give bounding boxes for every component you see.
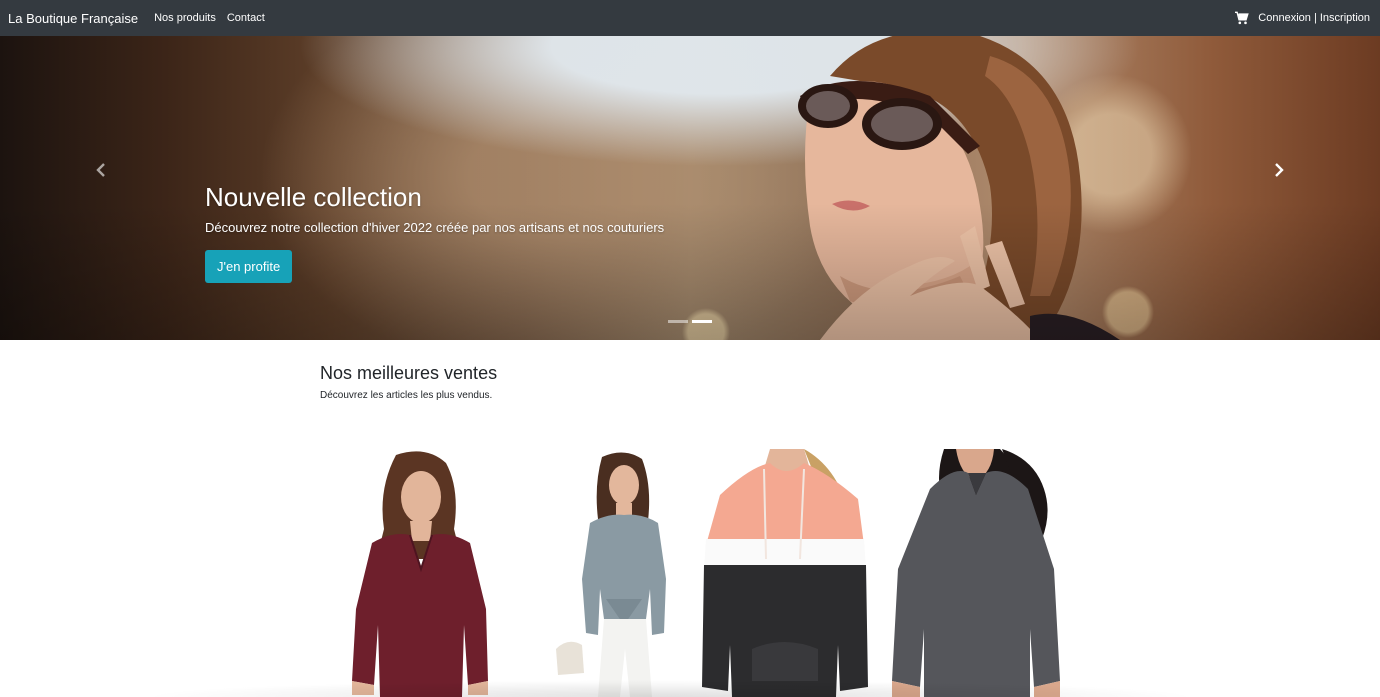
carousel-indicator-2[interactable]	[692, 320, 712, 323]
carousel-indicators	[668, 320, 716, 323]
nav-link-products[interactable]: Nos produits	[154, 12, 216, 24]
carousel-caption: Nouvelle collection Découvrez notre coll…	[205, 182, 664, 283]
bestsellers-section: Nos meilleures ventes Découvrez les arti…	[320, 362, 1060, 401]
nav-link-contact[interactable]: Contact	[227, 12, 265, 24]
grey-satin-shirt-photo	[556, 452, 666, 697]
chevron-left-icon[interactable]	[92, 160, 112, 180]
navbar: La Boutique Française Nos produits Conta…	[0, 0, 1380, 36]
navbar-right: Connexion | Inscription	[1235, 11, 1370, 25]
brand-logo[interactable]: La Boutique Française	[8, 11, 138, 26]
bottom-shadow	[140, 680, 1200, 697]
cta-button[interactable]: J'en profite	[205, 250, 293, 283]
chevron-right-icon[interactable]	[1268, 160, 1288, 180]
bestsellers-title: Nos meilleures ventes	[320, 363, 498, 383]
cart-icon[interactable]	[1235, 11, 1250, 25]
login-register-link[interactable]: Connexion | Inscription	[1258, 12, 1370, 24]
burgundy-blouse-photo	[352, 451, 488, 697]
hero-carousel: Nouvelle collection Découvrez notre coll…	[0, 36, 1380, 340]
carousel-text: Découvrez notre collection d'hiver 2022 …	[205, 220, 665, 235]
bestsellers-subtitle: Découvrez les articles les plus vendus.	[320, 390, 493, 401]
carousel-indicator-1[interactable]	[668, 320, 688, 323]
product-card-1[interactable]	[318, 449, 498, 697]
product-card-4[interactable]	[884, 449, 1066, 697]
pink-white-black-hoodie-photo	[702, 449, 868, 697]
grey-hoodie-photo	[892, 449, 1060, 697]
product-card-2[interactable]	[548, 449, 690, 697]
carousel-title: Nouvelle collection	[205, 182, 422, 212]
product-card-3[interactable]	[700, 449, 870, 697]
